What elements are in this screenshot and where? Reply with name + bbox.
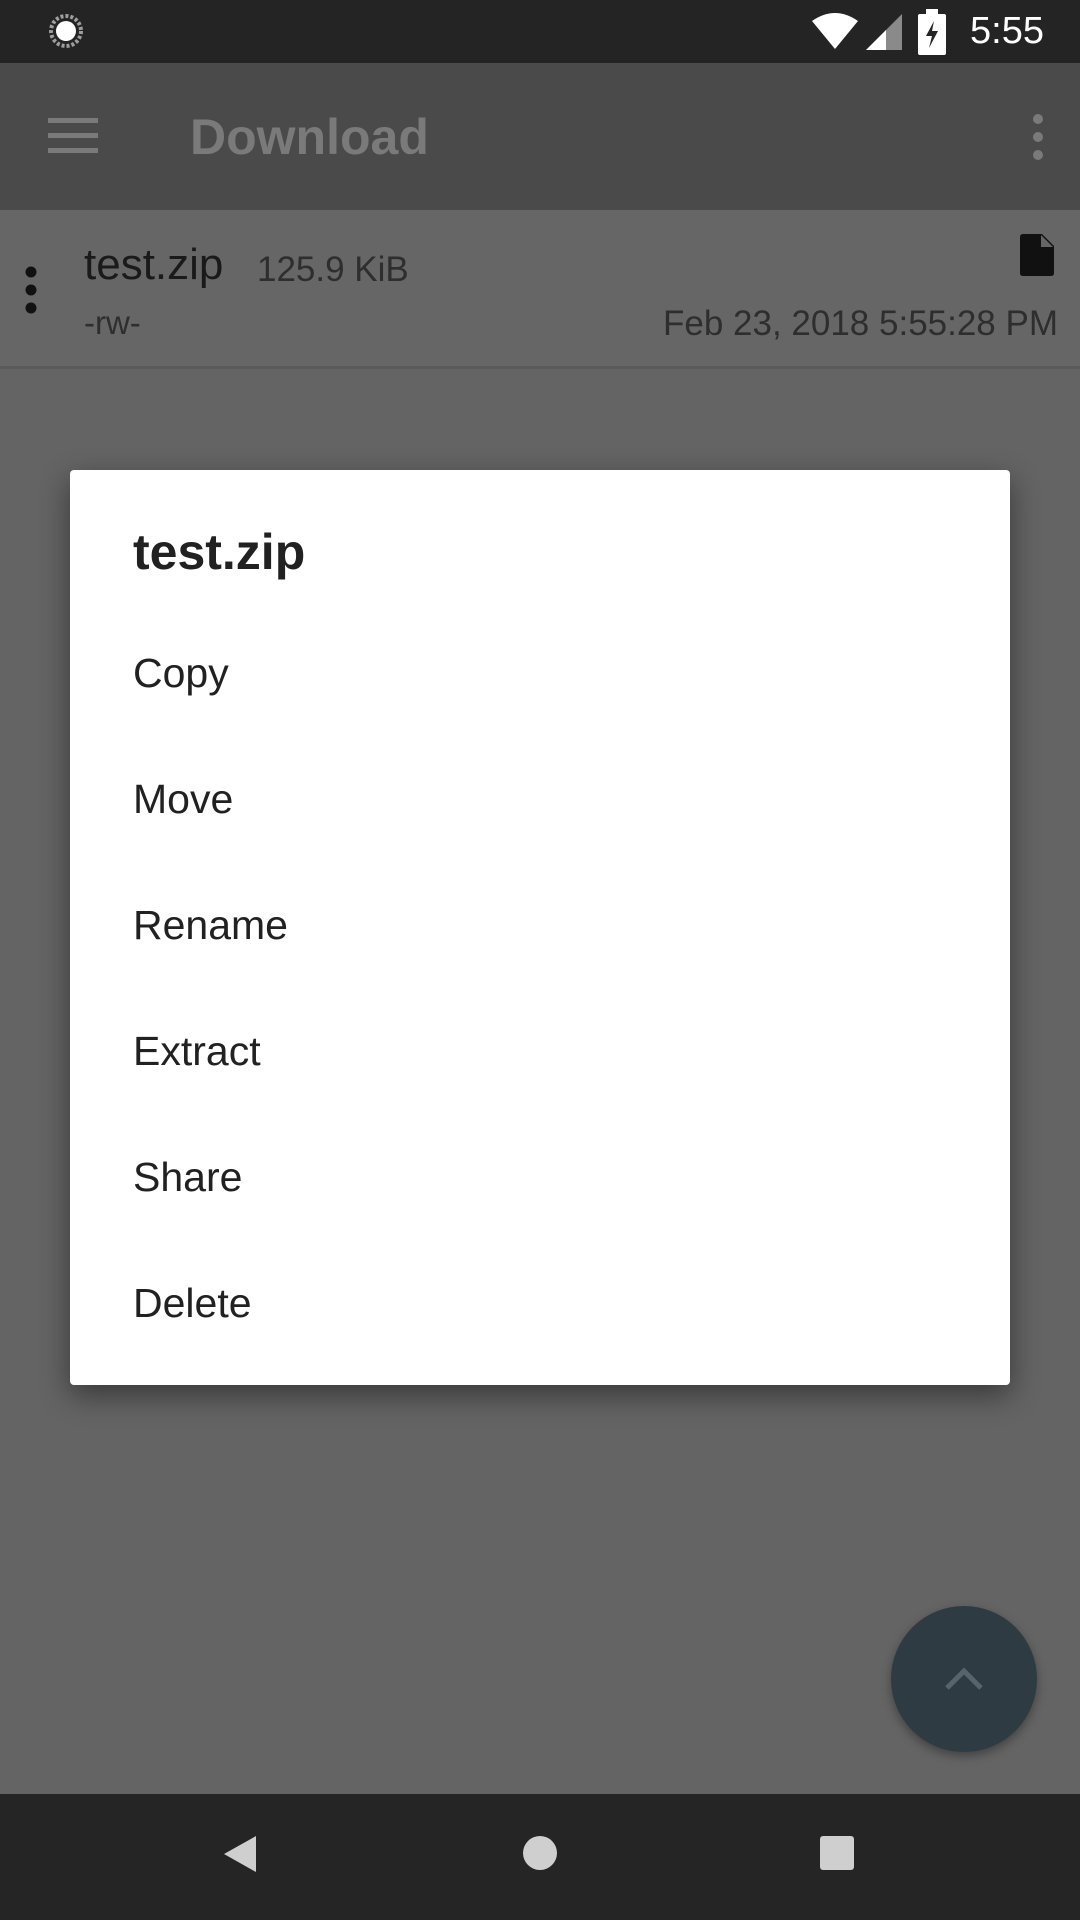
- file-size: 125.9 KiB: [257, 250, 409, 289]
- sync-icon: [49, 14, 83, 48]
- page-title: Download: [190, 109, 429, 165]
- battery-charging-icon: [918, 8, 947, 55]
- item-overflow-icon[interactable]: [24, 266, 38, 314]
- scroll-up-fab[interactable]: [891, 1606, 1037, 1752]
- rename-option[interactable]: Rename: [70, 862, 1010, 988]
- list-item[interactable]: test.zip 125.9 KiB -rw- Feb 23, 2018 5:5…: [0, 210, 1080, 369]
- status-time: 5:55: [970, 10, 1044, 52]
- file-permissions: -rw-: [84, 304, 141, 341]
- cell-signal-icon: [866, 13, 903, 50]
- extract-option-label: Extract: [133, 1028, 261, 1074]
- system-nav-bar: [0, 1794, 1080, 1920]
- file-modified-date: Feb 23, 2018 5:55:28 PM: [663, 304, 1058, 343]
- extract-option[interactable]: Extract: [70, 988, 1010, 1114]
- app-bar: Download: [0, 63, 1080, 210]
- recents-icon[interactable]: [820, 1836, 854, 1870]
- delete-option-label: Delete: [133, 1280, 252, 1326]
- rename-option-label: Rename: [133, 902, 288, 948]
- file-actions-dialog: test.zip Copy Move Rename Extract Share …: [70, 470, 1010, 1385]
- chevron-up-icon: [945, 1667, 983, 1690]
- share-option[interactable]: Share: [70, 1114, 1010, 1240]
- file-name: test.zip: [84, 240, 224, 289]
- status-bar: 5:55: [0, 0, 1080, 63]
- file-icon: [1020, 234, 1054, 276]
- move-option-label: Move: [133, 776, 234, 822]
- menu-icon[interactable]: [48, 116, 98, 156]
- status-icons: 5:55: [812, 0, 1044, 63]
- share-option-label: Share: [133, 1154, 243, 1200]
- move-option[interactable]: Move: [70, 736, 1010, 862]
- wifi-icon: [812, 12, 859, 49]
- back-icon[interactable]: [222, 1834, 258, 1874]
- overflow-menu-icon[interactable]: [1030, 113, 1046, 161]
- dialog-title: test.zip: [133, 524, 306, 580]
- copy-option[interactable]: Copy: [70, 610, 1010, 736]
- delete-option[interactable]: Delete: [70, 1240, 1010, 1366]
- copy-option-label: Copy: [133, 650, 229, 696]
- home-icon[interactable]: [521, 1834, 559, 1872]
